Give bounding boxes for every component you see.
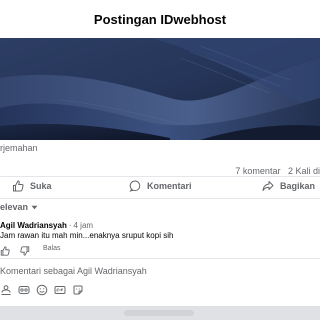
sand-dunes-image [0,38,320,140]
sticker-icon[interactable] [72,284,84,296]
gif-badge-icon[interactable] [54,284,66,296]
comment-label: Komentari [147,181,192,191]
post-photo[interactable] [0,38,320,140]
comment-text: Jam rawan itu mah min...enaknya sruput k… [0,231,174,240]
emoji-icon[interactable] [36,284,48,296]
share-label: Bagikan [280,181,316,191]
comment-header: Agil Wadriansyah · 4 jam [0,221,93,230]
divider [0,176,320,177]
modal-header: Postingan IDwebhost [0,0,320,38]
comment-time[interactable]: 4 jam [74,221,94,230]
composer-tools [0,284,100,298]
post-stats: 7 komentar 2 Kali di [235,166,320,176]
translate-link[interactable]: rjemahan [0,143,38,153]
background-page [0,306,320,320]
comment-actions: Balas [0,243,100,256]
background-placeholder [124,310,194,316]
avatar-switch-icon[interactable] [0,284,12,296]
gif-icon[interactable] [18,284,30,296]
comment-composer [0,262,320,306]
thumbs-up-icon [12,180,24,192]
caret-down-icon [31,202,38,212]
share-arrow-icon [262,180,274,192]
comment-author-name[interactable]: Agil Wadriansyah [0,221,67,230]
comment-button[interactable]: Komentari [129,180,192,192]
post-actions: Suka Komentari Bagikan [0,180,320,194]
share-button[interactable]: Bagikan [262,180,315,192]
divider [0,258,320,259]
separator-dot: · [68,221,72,230]
sort-label: elevan [0,202,29,212]
like-label: Suka [30,181,52,191]
reply-link[interactable]: Balas [43,245,61,252]
modal-title: Postingan IDwebhost [93,11,227,27]
comment-input[interactable] [0,262,300,280]
speech-bubble-icon [129,180,141,192]
divider [0,198,320,199]
comments-count[interactable]: 7 komentar [235,166,280,176]
like-button[interactable]: Suka [12,180,52,192]
shares-count[interactable]: 2 Kali di [288,166,320,176]
comment-sort-dropdown[interactable]: elevan [0,202,38,212]
post-modal: Postingan IDwebhost rjemahan 7 komentar … [0,0,320,306]
